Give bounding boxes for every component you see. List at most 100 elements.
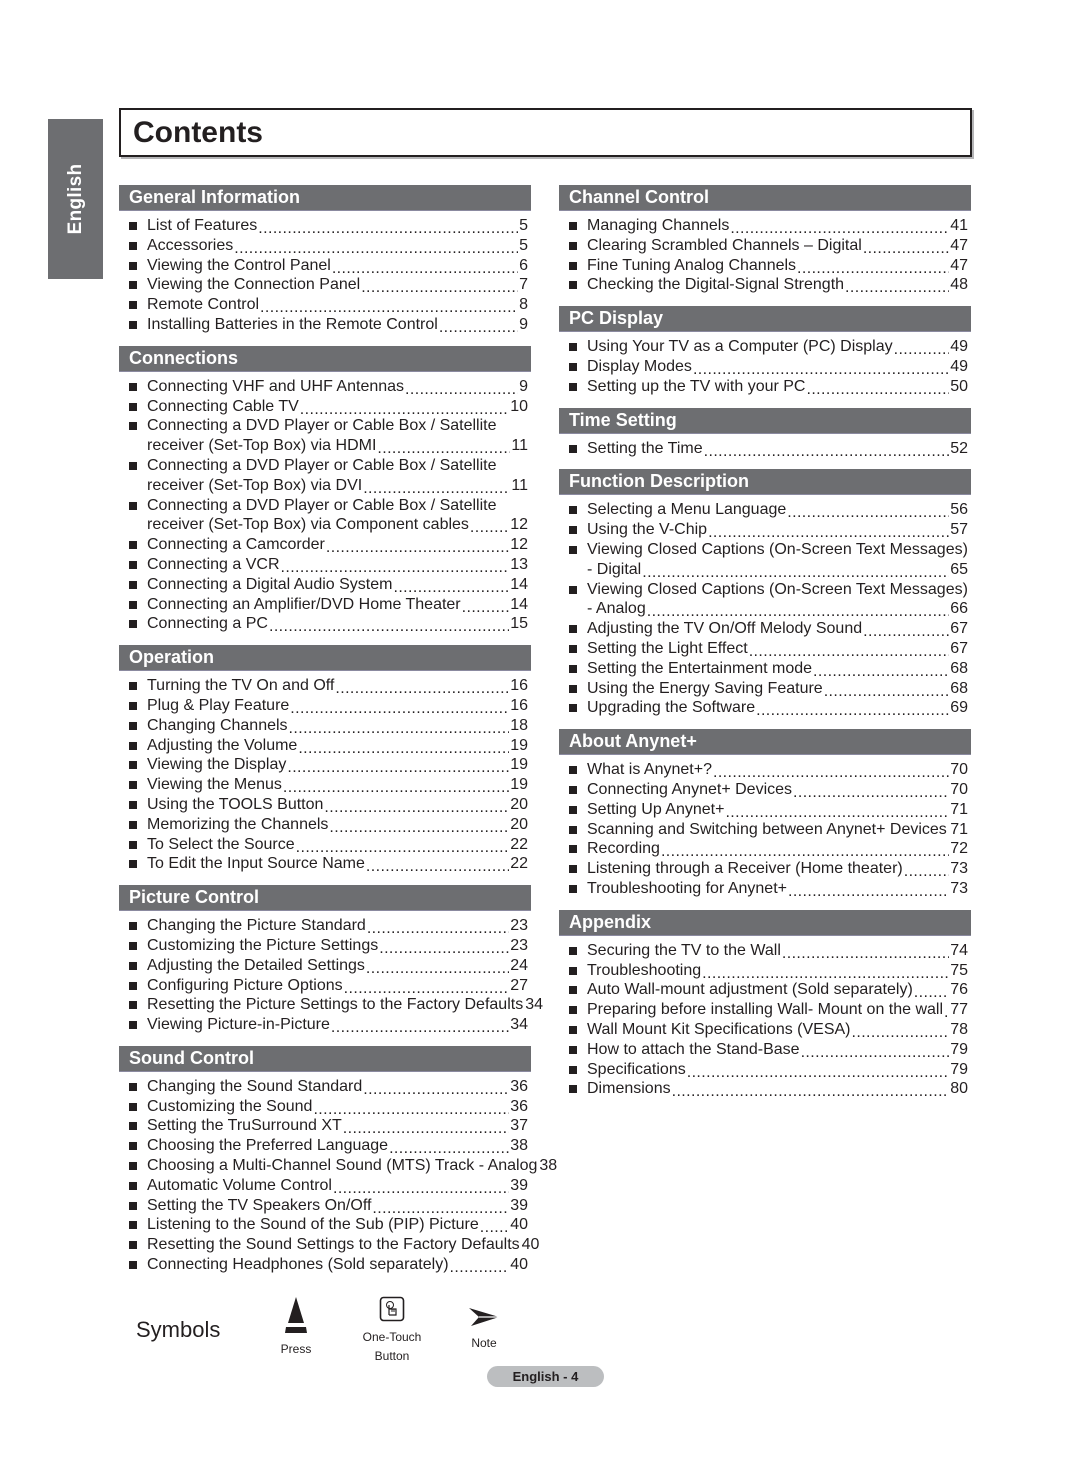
toc-entry[interactable]: Setting the Entertainment mode 68 (569, 659, 968, 679)
toc-entry[interactable]: Customizing the Picture Settings 23 (129, 936, 528, 956)
toc-entry[interactable]: Viewing the Control Panel 6 (129, 256, 528, 275)
toc-entry[interactable]: Adjusting the Detailed Settings 24 (129, 956, 528, 976)
toc-entry[interactable]: Setting the TV Speakers On/Off 39 (129, 1196, 528, 1215)
toc-entry[interactable]: Connecting Headphones (Sold separately) 4… (129, 1255, 528, 1275)
toc-entry[interactable]: How to attach the Stand-Base 79 (569, 1040, 968, 1060)
toc-entry[interactable]: Viewing Picture-in-Picture 34 (129, 1015, 528, 1035)
toc-entry-title: Connecting Cable TV (147, 397, 299, 415)
toc-entry[interactable]: Checking the Digital-Signal Strength 48 (569, 275, 968, 295)
toc-entry[interactable]: To Select the Source 22 (129, 835, 528, 854)
toc-entry[interactable]: Connecting an Amplifier/DVD Home Theater… (129, 595, 528, 614)
toc-entry[interactable]: Resetting the Sound Settings to the Fact… (129, 1235, 539, 1255)
toc-entry[interactable]: Viewing Closed Captions (On-Screen Text … (569, 580, 968, 619)
toc-entry[interactable]: Setting the Time 52 (569, 439, 968, 458)
toc-entry[interactable]: Connecting Cable TV 10 (129, 397, 528, 416)
toc-entry[interactable]: Managing Channels 41 (569, 216, 968, 236)
toc-entry[interactable]: Choosing a Multi-Channel Sound (MTS) Tra… (129, 1156, 557, 1176)
square-bullet-icon (129, 761, 137, 770)
toc-entry[interactable]: Adjusting the TV On/Off Melody Sound 67 (569, 619, 968, 639)
toc-item-list: Connecting VHF and UHF Antennas9Connecti… (119, 372, 531, 634)
toc-entry[interactable]: Automatic Volume Control 39 (129, 1176, 528, 1196)
toc-entry[interactable]: Changing the Picture Standard 23 (129, 916, 528, 936)
square-bullet-icon (569, 865, 577, 874)
toc-entry[interactable]: Selecting a Menu Language 56 (569, 500, 968, 520)
toc-entry[interactable]: Setting up the TV with your PC 50 (569, 377, 968, 397)
toc-entry[interactable]: Choosing the Preferred Language 38 (129, 1136, 528, 1156)
dot-leader (332, 261, 518, 275)
toc-entry[interactable]: Viewing the Menus 19 (129, 775, 528, 795)
toc-entry[interactable]: Using the Energy Saving Feature 68 (569, 679, 968, 698)
toc-entry[interactable]: Changing Channels 18 (129, 716, 528, 736)
square-bullet-icon (129, 261, 137, 270)
toc-entry[interactable]: Accessories 5 (129, 236, 528, 256)
toc-entry[interactable]: Connecting VHF and UHF Antennas 9 (129, 377, 528, 397)
toc-entry[interactable]: Connecting Anynet+ Devices 70 (569, 780, 968, 800)
toc-entry[interactable]: Viewing the Connection Panel 7 (129, 275, 528, 295)
toc-entry-title: Remote Control (147, 296, 260, 314)
toc-entry[interactable]: Clearing Scrambled Channels – Digital 47 (569, 236, 968, 256)
toc-entry[interactable]: Connecting a Camcorder 12 (129, 535, 528, 555)
toc-entry[interactable]: Turning the TV On and Off 16 (129, 676, 528, 696)
toc-entry[interactable]: Plug & Play Feature 16 (129, 696, 528, 716)
toc-entry[interactable]: Display Modes 49 (569, 357, 968, 377)
toc-entry[interactable]: Connecting a Digital Audio System 14 (129, 575, 528, 595)
dot-leader (863, 242, 949, 256)
dot-leader (470, 521, 509, 535)
toc-page-number: 39 (510, 1176, 528, 1194)
toc-entry-title-continued: receiver (Set-Top Box) via DVI (147, 476, 363, 494)
square-bullet-icon (129, 1142, 137, 1151)
toc-entry[interactable]: Listening through a Receiver (Home theat… (569, 859, 968, 879)
toc-entry[interactable]: Troubleshooting for Anynet+ 73 (569, 879, 968, 899)
toc-entry[interactable]: Changing the Sound Standard 36 (129, 1077, 528, 1097)
toc-entry[interactable]: To Edit the Input Source Name 22 (129, 854, 528, 874)
toc-entry[interactable]: Using Your TV as a Computer (PC) Display… (569, 337, 968, 357)
toc-entry[interactable]: Setting the Light Effect 67 (569, 639, 968, 659)
toc-entry[interactable]: Specifications 79 (569, 1060, 968, 1079)
toc-entry[interactable]: Recording 72 (569, 839, 968, 859)
toc-entry[interactable]: Remote Control 8 (129, 295, 528, 315)
square-bullet-icon (129, 620, 137, 629)
toc-entry[interactable]: List of Features 5 (129, 216, 528, 236)
toc-entry-title: Viewing the Control Panel (147, 256, 331, 274)
toc-entry[interactable]: Connecting a VCR 13 (129, 555, 528, 575)
toc-entry[interactable]: Memorizing the Channels 20 (129, 815, 528, 835)
dot-leader (480, 1221, 509, 1235)
toc-entry[interactable]: Auto Wall-mount adjustment (Sold separat… (569, 980, 968, 1000)
toc-entry[interactable]: Preparing before installing Wall- Mount … (569, 1000, 968, 1020)
square-bullet-icon (569, 281, 577, 290)
toc-entry[interactable]: Using the TOOLS Button 20 (129, 795, 528, 815)
toc-entry[interactable]: Wall Mount Kit Specifications (VESA) 78 (569, 1020, 968, 1040)
toc-entry[interactable]: Connecting a DVD Player or Cable Box / S… (129, 416, 528, 456)
toc-entry[interactable]: Connecting a DVD Player or Cable Box / S… (129, 496, 528, 535)
toc-entry[interactable]: Viewing Closed Captions (On-Screen Text … (569, 540, 968, 580)
toc-entry[interactable]: Adjusting the Volume 19 (129, 736, 528, 755)
toc-item-list: Setting the Time 52 (559, 434, 971, 458)
square-bullet-icon (569, 884, 577, 893)
toc-entry[interactable]: Resetting the Picture Settings to the Fa… (129, 995, 543, 1015)
toc-entry[interactable]: Viewing the Display 19 (129, 755, 528, 775)
dot-leader (300, 402, 509, 416)
toc-page-number: 22 (510, 855, 528, 873)
toc-entry[interactable]: Securing the TV to the Wall 74 (569, 941, 968, 961)
toc-entry[interactable]: Dimensions 80 (569, 1079, 968, 1099)
toc-entry[interactable]: Scanning and Switching between Anynet+ D… (569, 820, 968, 839)
toc-section: PC Display Using Your TV as a Computer (P… (559, 306, 971, 407)
square-bullet-icon (569, 805, 577, 814)
toc-entry[interactable]: Customizing the Sound 36 (129, 1097, 528, 1116)
toc-entry[interactable]: Troubleshooting 75 (569, 961, 968, 980)
dot-leader (324, 801, 509, 815)
toc-entry[interactable]: What is Anynet+? 70 (569, 760, 968, 780)
toc-entry[interactable]: Fine Tuning Analog Channels 47 (569, 256, 968, 275)
toc-entry[interactable]: Setting Up Anynet+ 71 (569, 800, 968, 820)
square-bullet-icon (569, 625, 577, 634)
toc-entry[interactable]: Upgrading the Software 69 (569, 698, 968, 718)
toc-entry[interactable]: Installing Batteries in the Remote Contr… (129, 315, 528, 335)
toc-entry[interactable]: Listening to the Sound of the Sub (PIP) … (129, 1215, 528, 1235)
toc-entry[interactable]: Setting the TruSurround XT 37 (129, 1116, 528, 1136)
language-tab-label: English (64, 163, 86, 235)
toc-entry[interactable]: Connecting a DVD Player or Cable Box / S… (129, 456, 528, 496)
toc-entry[interactable]: Configuring Picture Options 27 (129, 976, 528, 995)
toc-entry[interactable]: Using the V-Chip 57 (569, 520, 968, 540)
toc-entry[interactable]: Connecting a PC 15 (129, 614, 528, 634)
toc-page-number: 72 (950, 840, 968, 858)
